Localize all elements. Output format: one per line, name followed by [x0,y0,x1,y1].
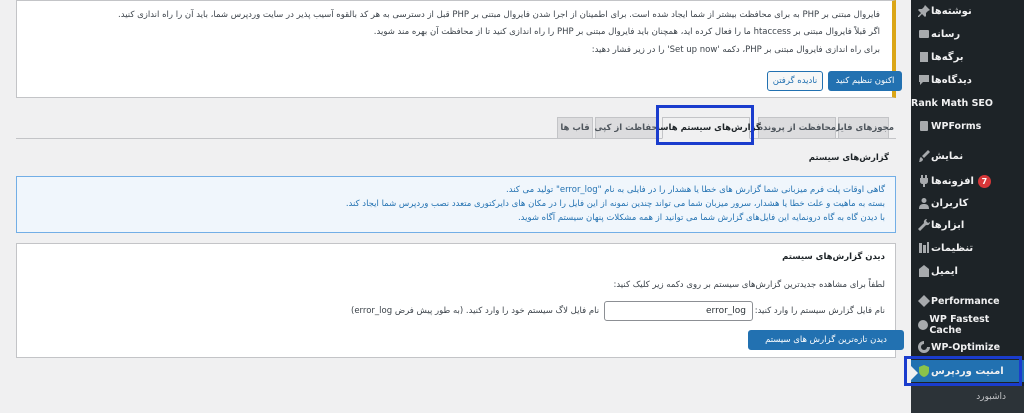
tab-copy-protection[interactable]: حفاظت از کپی [594,117,658,139]
performance-icon [917,294,931,308]
filename-hint: نام فایل لاگ سیستم خود را وارد کنید. (به… [351,306,600,316]
plugins-update-badge: 7 [977,174,991,188]
filename-label: نام فایل گزارش سیستم را وارد کنید: [754,306,885,316]
user-icon [917,196,931,210]
sidebar-item-plugins[interactable]: افزونه‌ها 7 [911,170,1024,192]
admin-sidebar: نوشته‌ها رسانه برگه‌ها دیدگاه‌ها Rank Ma… [910,0,1024,413]
tab-frames[interactable]: قاب ها [557,117,593,139]
setup-now-button[interactable]: اکنون تنظیم کنید [828,71,902,91]
system-logs-card: دیدن گزارش‌های سیستم لطفاً برای مشاهده ج… [16,243,904,358]
optimize-icon [917,340,931,354]
sidebar-item-media[interactable]: رسانه [911,23,1024,45]
page-icon [917,50,931,64]
settings-icon [917,241,931,255]
wpforms-icon [917,119,931,133]
sidebar-item-wp-optimize[interactable]: WP-Optimize [911,336,1024,358]
sidebar-item-label: ایمیل [931,265,958,277]
view-latest-logs-button[interactable]: دیدن تازه‌ترین گزارش های سیستم [748,330,904,350]
notice-line-2: اگر قبلاً فایروال مبتنی بر htaccess ما ر… [373,27,880,37]
sidebar-item-performance[interactable]: Performance [911,290,1024,312]
php-firewall-notice: فایروال مبتنی بر PHP به برای محافظت بیشت… [16,0,902,98]
sidebar-item-label: برگه‌ها [931,51,964,63]
sidebar-highlight-box [904,356,1022,386]
sidebar-item-rank-math[interactable]: Rank Math SEO [911,92,1024,114]
info-line-2: بسته به ماهیت و علت خطا یا هشدار، سرور م… [345,199,885,209]
sidebar-item-settings[interactable]: تنظیمات [911,237,1024,259]
pin-icon [917,4,931,18]
notice-line-3: برای راه اندازی فایروال مبتنی بر PHP، دک… [591,45,880,55]
sidebar-item-label: WP-Optimize [931,341,1001,353]
sidebar-item-label: تنظیمات [931,242,974,254]
info-box: گاهی اوقات پلت فرم میزبانی شما گزارش های… [16,176,896,233]
sidebar-item-appearance[interactable]: نمایش [911,145,1024,167]
sidebar-item-label: دیدگاه‌ها [931,74,972,86]
sidebar-item-posts[interactable]: نوشته‌ها [911,0,1024,22]
section-title: گزارش‌های سیستم [808,153,889,163]
sidebar-item-label: کاربران [931,197,969,209]
sidebar-item-label: رسانه [931,28,961,40]
sidebar-item-label: ابزارها [931,219,965,231]
card-description: لطفاً برای مشاهده جدیدترین گزارش‌های سیس… [613,280,885,290]
sidebar-item-email[interactable]: ایمیل [911,260,1024,282]
submenu-item-dashboard[interactable]: داشبورد [976,392,1006,402]
dismiss-button[interactable]: نادیده گرفتن [767,71,823,91]
tab-highlight-box [656,105,754,145]
sidebar-item-users[interactable]: کاربران [911,192,1024,214]
sidebar-item-label: Rank Math SEO [911,97,993,109]
media-icon [917,27,931,41]
card-heading: دیدن گزارش‌های سیستم [782,252,885,262]
comment-icon [917,73,931,87]
sidebar-item-tools[interactable]: ابزارها [911,214,1024,236]
wrench-icon [917,218,931,232]
tab-file-protection[interactable]: محافظت از پرونده [758,117,836,139]
email-icon [917,264,931,278]
plugin-icon [917,174,931,188]
sidebar-item-label: نوشته‌ها [931,5,972,17]
tab-file-permissions[interactable]: مجوزهای فایل [833,117,894,139]
info-line-3: با دیدن گاه به گاه درونمایه این فایل‌های… [517,213,885,223]
sidebar-item-label: نمایش [931,150,964,162]
sidebar-item-label: افزونه‌ها [931,175,974,187]
sidebar-item-wpforms[interactable]: WPForms [911,115,1024,137]
log-filename-input[interactable] [604,301,753,321]
cache-icon [917,318,929,332]
sidebar-item-label: WPForms [931,120,982,132]
notice-line-1: فایروال مبتنی بر PHP به برای محافظت بیشت… [118,10,880,20]
sidebar-item-comments[interactable]: دیدگاه‌ها [911,69,1024,91]
sidebar-item-pages[interactable]: برگه‌ها [911,46,1024,68]
sidebar-item-label: Performance [931,295,1000,307]
brush-icon [917,149,931,163]
security-submenu: داشبورد [911,386,1024,413]
info-line-1: گاهی اوقات پلت فرم میزبانی شما گزارش های… [506,185,885,195]
sidebar-item-label: WP Fastest Cache [929,314,990,336]
sidebar-item-wp-fastest-cache[interactable]: WP Fastest Cache [911,314,1024,336]
